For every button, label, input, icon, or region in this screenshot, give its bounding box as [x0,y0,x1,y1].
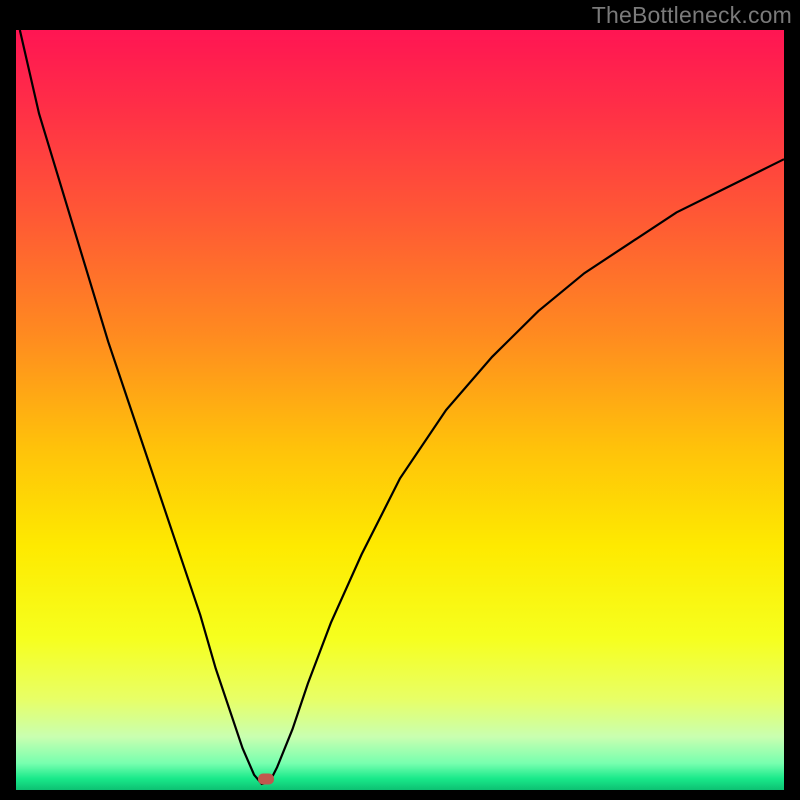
optimal-marker [258,773,274,784]
plot-area [16,30,784,790]
attribution-label: TheBottleneck.com [592,2,792,29]
bottleneck-curve [20,30,784,784]
curve-layer [16,30,784,790]
chart-root: TheBottleneck.com [0,0,800,800]
